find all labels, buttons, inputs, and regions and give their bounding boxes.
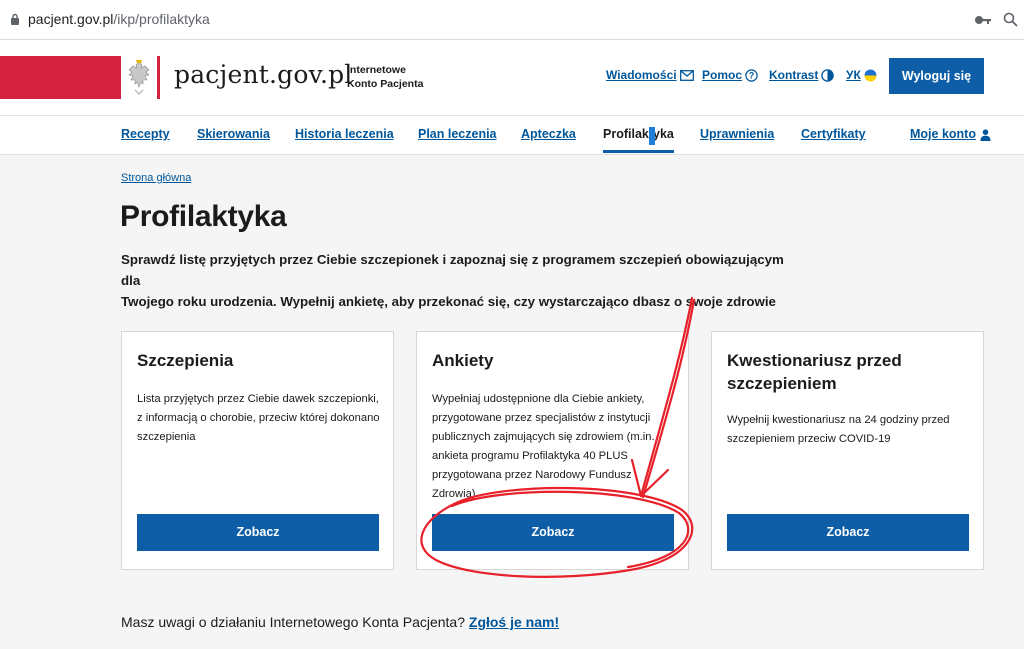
card-kwestionariusz: Kwestionariusz przed szczepieniem Wypełn… [711,331,984,570]
card-ankiety: Ankiety Wypełniaj udostępnione dla Ciebi… [416,331,689,570]
card-title: Ankiety [432,351,494,370]
news-link-label: Wiadomości [606,68,677,82]
url-text[interactable]: pacjent.gov.pl/ikp/profilaktyka [28,11,210,27]
nav-item-certyfikaty[interactable]: Certyfikaty [801,127,866,141]
main-nav: Recepty Skierowania Historia leczenia Pl… [0,115,1024,155]
card-view-button[interactable]: Zobacz [432,514,674,551]
brand-subtitle: Internetowe Konto Pacjenta [347,63,423,91]
site-header: pacjent.gov.pl Internetowe Konto Pacjent… [0,40,1024,115]
page-lead: Sprawdź listę przyjętych przez Ciebie sz… [121,249,791,312]
lock-icon [11,13,19,25]
card-title: Kwestionariusz przed szczepieniem [727,351,902,393]
text-cursor [649,127,655,145]
mail-icon [679,70,694,82]
polish-eagle-emblem[interactable] [121,56,157,99]
feedback-line: Masz uwagi o działaniu Internetowego Kon… [121,614,559,630]
feedback-text: Masz uwagi o działaniu Internetowego Kon… [121,614,465,630]
nav-item-recepty[interactable]: Recepty [121,127,170,141]
card-text: Wypełniaj udostępnione dla Ciebie ankiet… [432,393,655,500]
nav-item-skierowania[interactable]: Skierowania [197,127,270,141]
browser-address-bar: pacjent.gov.pl/ikp/profilaktyka [0,0,1024,40]
logout-button[interactable]: Wyloguj się [889,58,984,94]
nav-item-moje-konto-label: Moje konto [910,127,976,141]
page-lead-line1: Sprawdź listę przyjętych przez Ciebie sz… [121,252,784,288]
contrast-icon [821,69,835,83]
contrast-link-label: Kontrast [769,68,819,82]
nav-item-historia-leczenia[interactable]: Historia leczenia [295,127,394,141]
contrast-link[interactable]: Kontrast [769,68,835,83]
card-view-button[interactable]: Zobacz [137,514,379,551]
news-link[interactable]: Wiadomości [606,68,694,82]
card-view-button[interactable]: Zobacz [727,514,969,551]
card-text: Wypełnij kwestionariusz na 24 godziny pr… [727,414,950,445]
nav-item-profilaktyka[interactable]: Profilaktyka [603,127,674,153]
nav-item-apteczka[interactable]: Apteczka [521,127,576,141]
nav-item-moje-konto[interactable]: Moje konto [910,127,991,141]
feedback-link[interactable]: Zgłoś je nam! [469,614,559,630]
help-link[interactable]: Pomoc? [702,68,758,83]
language-link[interactable]: УК [846,68,877,82]
brand-subtitle-line2: Konto Pacjenta [347,78,424,90]
zoom-icon[interactable] [1003,12,1018,27]
user-icon [980,129,991,141]
brand-subtitle-line1: Internetowe [347,64,406,76]
card-text: Lista przyjętych przez Ciebie dawek szcz… [137,393,380,443]
nav-item-plan-leczenia[interactable]: Plan leczenia [418,127,497,141]
brand-name[interactable]: pacjent.gov.pl [174,60,353,89]
help-link-label: Pomoc [702,68,743,82]
card-title: Szczepienia [137,351,234,370]
breadcrumb[interactable]: Strona główna [121,172,191,184]
card-szczepienia: Szczepienia Lista przyjętych przez Ciebi… [121,331,394,570]
ukraine-flag-icon [864,69,877,82]
page-lead-line2: Twojego roku urodzenia. Wypełnij ankietę… [121,294,776,309]
key-icon[interactable] [974,13,992,27]
url-path: /ikp/profilaktyka [113,11,210,27]
help-icon: ? [745,69,758,83]
nav-item-uprawnienia[interactable]: Uprawnienia [700,127,774,141]
language-link-label: УК [846,68,861,82]
svg-text:?: ? [749,71,755,81]
url-host: pacjent.gov.pl [28,11,114,27]
page-title: Profilaktyka [120,200,287,233]
